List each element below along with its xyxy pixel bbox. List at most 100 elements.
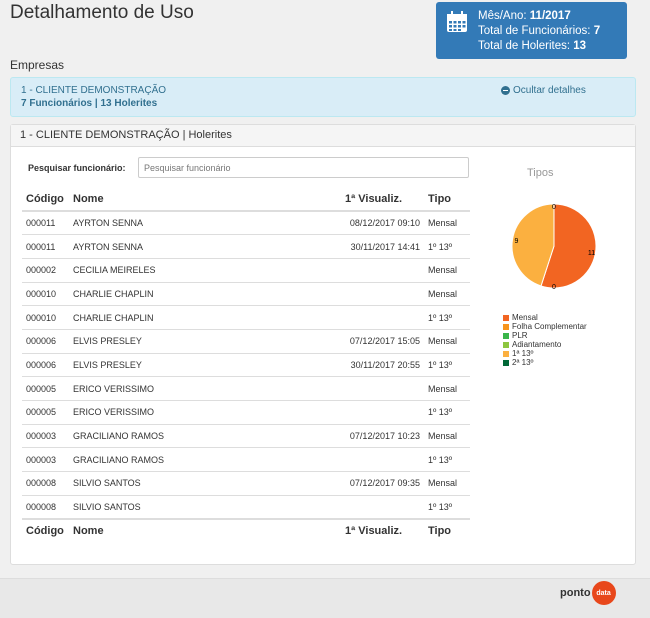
legend-swatch (503, 332, 509, 339)
footer-type: Tipo (424, 517, 470, 543)
table-row[interactable]: 000006 ELVIS PRESLEY 07/12/2017 15:05 Mensa… (22, 328, 470, 354)
cell-code: 000008 (22, 471, 69, 496)
cell-type: Mensal (424, 281, 470, 306)
cell-type: 1º 13º (424, 305, 470, 330)
cell-first-view (341, 376, 424, 401)
cell-type: 1º 13º (424, 494, 470, 519)
table-row[interactable]: 000005 ERICO VERISSIMO Mensal (22, 376, 470, 401)
cell-first-view (341, 400, 424, 425)
cell-name: ELVIS PRESLEY (69, 352, 341, 377)
footer-first-view: 1ª Visualiz. (341, 517, 424, 543)
table-row[interactable]: 000005 ERICO VERISSIMO 1º 13º (22, 400, 470, 425)
footer-name: Nome (69, 517, 341, 543)
search-label: Pesquisar funcionário: (28, 163, 126, 173)
table-row[interactable]: 000008 SILVIO SANTOS 1º 13º (22, 494, 470, 519)
hide-details-label: Ocultar detalhes (513, 85, 586, 96)
logo-text: ponto (560, 587, 591, 599)
cell-type: Mensal (424, 210, 470, 235)
legend-item[interactable]: Adiantamento (503, 340, 587, 349)
summary-box: Mês/Ano: 11/2017 Total de Funcionários: … (436, 2, 627, 59)
table-row[interactable]: 000003 GRACILIANO RAMOS 07/12/2017 10:23 Me… (22, 423, 470, 448)
cell-name: GRACILIANO RAMOS (69, 447, 341, 472)
legend-swatch (503, 314, 509, 321)
cell-type: 1º 13º (424, 234, 470, 259)
cell-first-view (341, 305, 424, 330)
slice-label: 11 (588, 250, 595, 257)
legend-label: 2ª 13º (512, 358, 534, 367)
page-title: Detalhamento de Uso (10, 2, 194, 23)
table-row[interactable]: 000002 CECILIA MEIRELES Mensal (22, 257, 470, 283)
cell-name: ERICO VERISSIMO (69, 376, 341, 401)
pontodata-logo: ponto data (560, 581, 616, 605)
table-row[interactable]: 000010 CHARLIE CHAPLIN 1º 13º (22, 305, 470, 330)
cell-code: 000002 (22, 257, 69, 283)
cell-type: Mensal (424, 328, 470, 354)
chart-title: Tipos (527, 167, 554, 179)
summary-payslips: Total de Holerites: 13 (478, 40, 587, 52)
header-type[interactable]: Tipo (424, 187, 470, 212)
legend-label: Mensal (512, 313, 538, 322)
legend-label: Adiantamento (512, 340, 562, 349)
legend-item[interactable]: Mensal (503, 313, 587, 322)
table-row[interactable]: 000011 AYRTON SENNA 30/11/2017 14:41 1º 13º (22, 234, 470, 259)
footer-code: Código (22, 517, 69, 543)
cell-first-view: 07/12/2017 09:35 (341, 471, 424, 496)
table-row[interactable]: 000006 ELVIS PRESLEY 30/11/2017 20:55 1º 13… (22, 352, 470, 377)
cell-type: Mensal (424, 423, 470, 448)
slice-label-zero: 0 (552, 204, 556, 211)
company-counts: 7 Funcionários | 13 Holerites (21, 98, 158, 109)
table-row[interactable]: 000008 SILVIO SANTOS 07/12/2017 09:35 Mensa… (22, 471, 470, 496)
cell-first-view (341, 494, 424, 519)
cell-type: 1º 13º (424, 400, 470, 425)
cell-first-view (341, 447, 424, 472)
cell-first-view: 08/12/2017 09:10 (341, 210, 424, 235)
calendar-icon (447, 11, 467, 32)
search-input[interactable] (138, 157, 469, 178)
cell-first-view (341, 257, 424, 283)
legend-item[interactable]: Folha Complementar (503, 322, 587, 331)
header-first-view[interactable]: 1ª Visualiz. (341, 187, 424, 212)
cell-code: 000008 (22, 494, 69, 519)
table-footer-row: Código Nome 1ª Visualiz. Tipo (22, 517, 470, 543)
payslips-table: Código Nome 1ª Visualiz. Tipo 000011 AYRT… (22, 187, 470, 543)
legend-swatch (503, 359, 509, 366)
legend-item[interactable]: 1ª 13º (503, 349, 587, 358)
cell-code: 000005 (22, 376, 69, 401)
cell-first-view (341, 281, 424, 306)
hide-details-link[interactable]: Ocultar detalhes (501, 85, 586, 96)
legend-item[interactable]: 2ª 13º (503, 358, 587, 367)
cell-name: AYRTON SENNA (69, 210, 341, 235)
cell-type: 1º 13º (424, 447, 470, 472)
types-pie-chart: 11 9 0 0 (511, 203, 597, 291)
legend-label: Folha Complementar (512, 322, 587, 331)
table-row[interactable]: 000003 GRACILIANO RAMOS 1º 13º (22, 447, 470, 472)
cell-first-view: 07/12/2017 10:23 (341, 423, 424, 448)
cell-code: 000011 (22, 210, 69, 235)
cell-name: ERICO VERISSIMO (69, 400, 341, 425)
cell-code: 000010 (22, 305, 69, 330)
logo-badge: data (591, 581, 616, 605)
section-label: Empresas (10, 58, 65, 72)
cell-code: 000010 (22, 281, 69, 306)
table-row[interactable]: 000011 AYRTON SENNA 08/12/2017 09:10 Mensal (22, 210, 470, 235)
summary-employees: Total de Funcionários: 7 (478, 25, 601, 37)
cell-type: Mensal (424, 257, 470, 283)
legend-label: PLR (512, 331, 528, 340)
company-name: 1 - CLIENTE DEMONSTRAÇÃO (21, 85, 167, 96)
cell-name: ELVIS PRESLEY (69, 328, 341, 354)
cell-code: 000011 (22, 234, 69, 259)
table-row[interactable]: 000010 CHARLIE CHAPLIN Mensal (22, 281, 470, 306)
cell-first-view: 07/12/2017 15:05 (341, 328, 424, 354)
header-name[interactable]: Nome (69, 187, 341, 212)
company-panel: 1 - CLIENTE DEMONSTRAÇÃO 7 Funcionários … (10, 77, 636, 117)
cell-name: CHARLIE CHAPLIN (69, 305, 341, 330)
cell-name: CHARLIE CHAPLIN (69, 281, 341, 306)
header-code[interactable]: Código (22, 187, 69, 212)
payslips-panel: 1 - CLIENTE DEMONSTRAÇÃO | Holerites Pes… (10, 124, 636, 565)
legend-swatch (503, 341, 509, 348)
chart-legend: Mensal Folha Complementar PLR Adiantamento 1… (503, 313, 587, 367)
cell-type: Mensal (424, 471, 470, 496)
legend-item[interactable]: PLR (503, 331, 587, 340)
cell-name: CECILIA MEIRELES (69, 257, 341, 283)
cell-name: SILVIO SANTOS (69, 494, 341, 519)
